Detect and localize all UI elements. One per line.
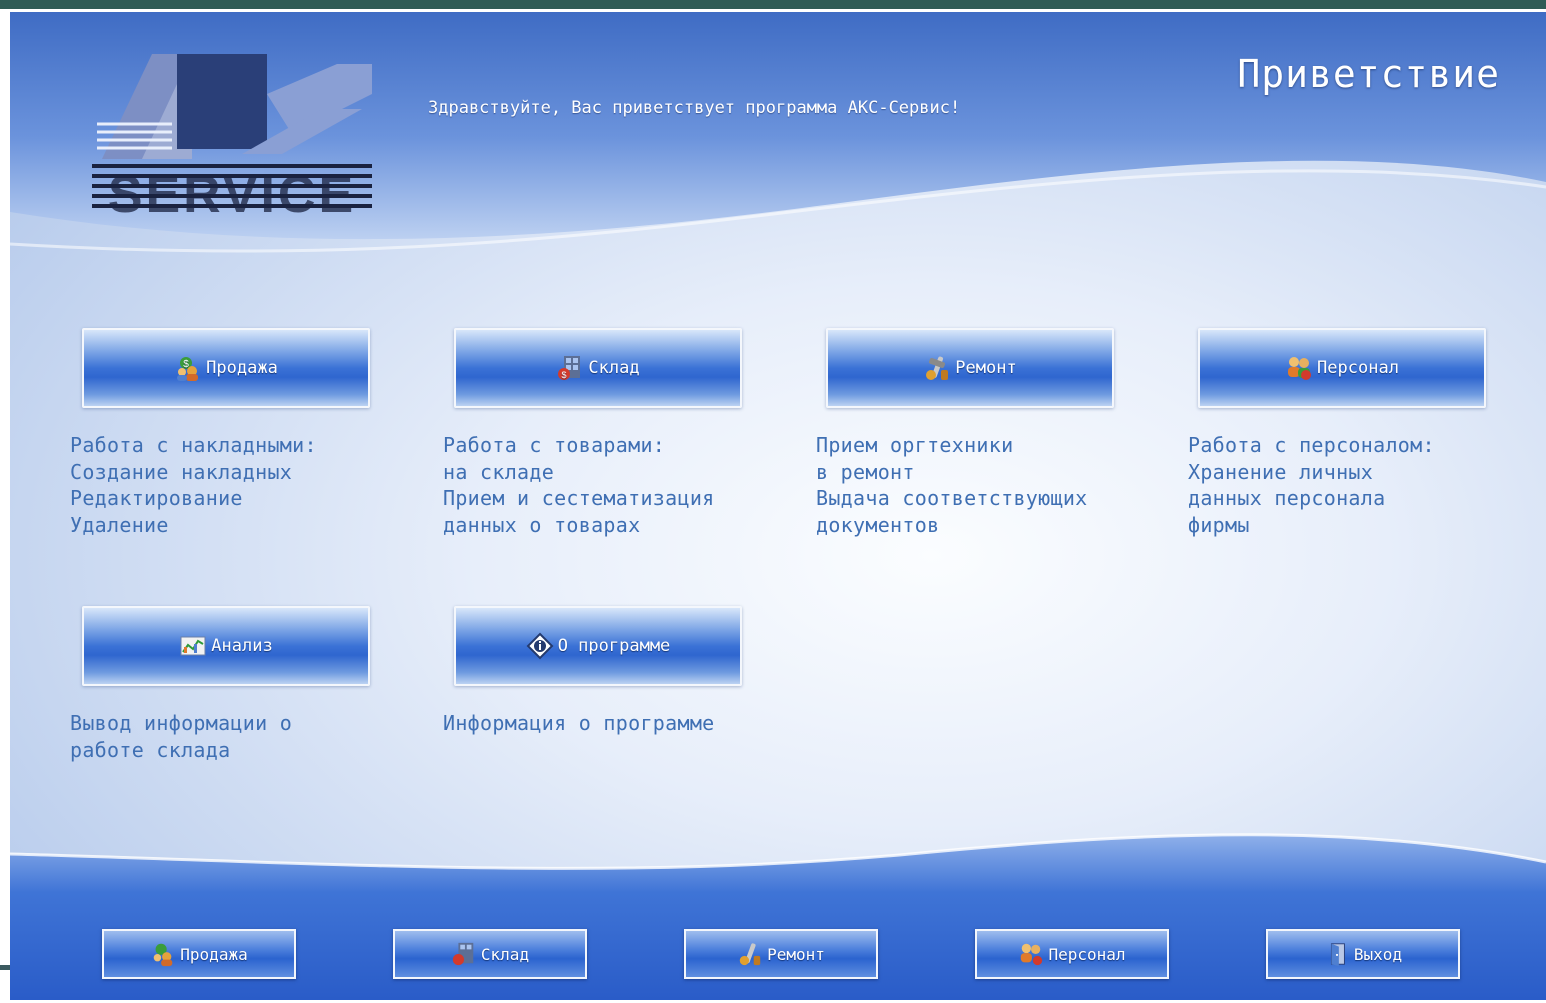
info-icon [526, 632, 554, 660]
repair-tools-icon [739, 943, 761, 966]
svg-text:SERVICE: SERVICE [108, 166, 356, 224]
footer-exit-label: Выход [1353, 944, 1403, 964]
analysis-description: Вывод информации о работе склада [70, 711, 293, 762]
footer-sale-label: Продажа [180, 944, 248, 964]
repair-description: Прием оргтехники в ремонт Выдача соответ… [816, 433, 1088, 537]
footer-repair-button[interactable]: Ремонт [684, 929, 878, 979]
analysis-button[interactable]: Анализ [82, 606, 370, 686]
staff-icon [1288, 357, 1312, 380]
staff-icon [1021, 943, 1043, 966]
footer-repair-label: Ремонт [767, 944, 825, 964]
exit-door-icon [1330, 943, 1345, 967]
svg-text:$: $ [562, 370, 567, 380]
repair-button-label: Ремонт [955, 358, 1017, 378]
top-frame-bar [0, 0, 1546, 9]
sale-button[interactable]: $ Продажа [82, 328, 370, 408]
analysis-button-label: Анализ [211, 636, 273, 656]
warehouse-icon: $ [558, 356, 581, 380]
footer-exit-button[interactable]: Выход [1266, 929, 1460, 979]
repair-tools-icon [926, 356, 949, 380]
about-button-label: О программе [557, 636, 671, 656]
warehouse-icon [452, 942, 474, 966]
window-title: Приветствие [1237, 52, 1500, 96]
staff-description: Работа с персоналом: Хранение личных дан… [1188, 433, 1435, 537]
footer-warehouse-button[interactable]: Склад [393, 929, 587, 979]
warehouse-button[interactable]: $ Склад [454, 328, 742, 408]
footer-sale-button[interactable]: Продажа [102, 929, 296, 979]
sale-description: Работа с накладными: Создание накладных … [70, 433, 317, 537]
chart-analysis-icon [180, 636, 206, 656]
welcome-window: SERVICE Приветствие Здравствуйте, Вас пр… [10, 12, 1546, 1000]
sale-button-label: Продажа [206, 358, 278, 378]
warehouse-button-label: Склад [588, 358, 640, 378]
staff-button[interactable]: Персонал [1198, 328, 1486, 408]
repair-button[interactable]: Ремонт [826, 328, 1114, 408]
footer-staff-label: Персонал [1048, 944, 1126, 964]
bottom-frame-mark [0, 965, 10, 970]
aks-service-logo: SERVICE [92, 54, 372, 224]
money-people-icon: $ [177, 357, 199, 381]
greeting-text: Здравствуйте, Вас приветствует программа… [428, 98, 961, 118]
staff-button-label: Персонал [1317, 358, 1399, 378]
footer-warehouse-label: Склад [480, 944, 530, 964]
footer-staff-button[interactable]: Персонал [975, 929, 1169, 979]
warehouse-description: Работа с товарами: на складе Прием и сес… [443, 433, 715, 537]
money-people-icon [153, 943, 173, 967]
about-button[interactable]: О программе [454, 606, 742, 686]
about-description: Информация о программе [443, 711, 715, 735]
